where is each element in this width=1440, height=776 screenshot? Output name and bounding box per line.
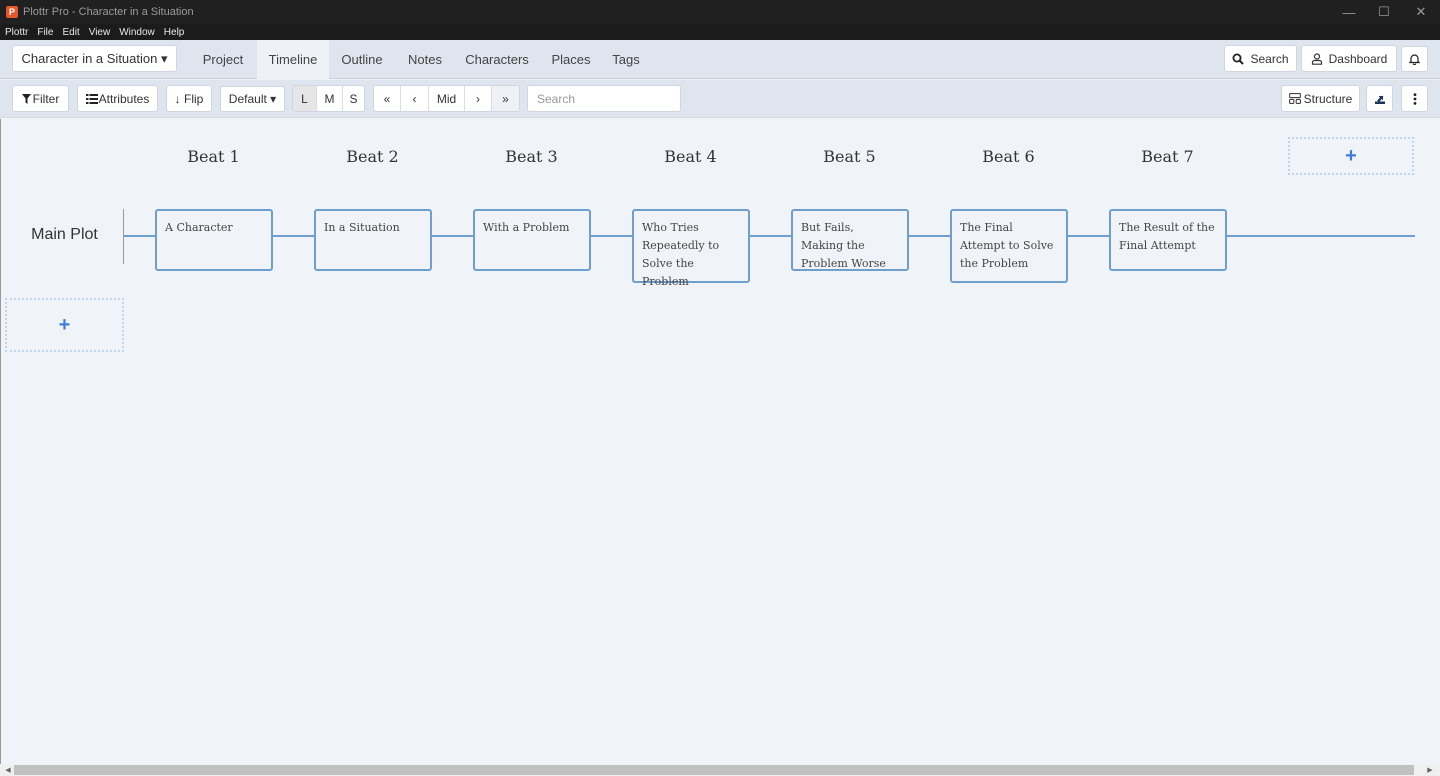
size-medium-button[interactable]: M — [317, 86, 343, 111]
scene-card[interactable]: Who Tries Repeatedly to Solve the Proble… — [632, 209, 750, 288]
notifications-button[interactable] — [1401, 46, 1428, 72]
export-icon — [1374, 95, 1385, 104]
beat-title[interactable]: Beat 7 — [1109, 147, 1226, 166]
beat-title[interactable]: Beat 2 — [314, 147, 431, 166]
nav-bar: Character in a Situation ▾ Project Timel… — [0, 40, 1440, 79]
search-button-label: Search — [1250, 51, 1289, 66]
menu-edit[interactable]: Edit — [62, 27, 79, 38]
minimize-button[interactable]: — — [1331, 0, 1367, 24]
menu-help[interactable]: Help — [164, 27, 185, 38]
structure-icon — [1288, 93, 1301, 104]
filter-label: Filter — [32, 91, 60, 106]
scroll-last-button[interactable]: » — [492, 86, 519, 111]
tab-places[interactable]: Places — [545, 40, 597, 79]
dashboard-button-label: Dashboard — [1328, 51, 1388, 66]
tab-notes[interactable]: Notes — [398, 40, 452, 79]
tab-outline[interactable]: Outline — [332, 40, 392, 79]
window-title: Plottr Pro - Character in a Situation — [23, 6, 194, 18]
menu-file[interactable]: File — [37, 27, 53, 38]
tab-characters[interactable]: Characters — [460, 40, 534, 79]
more-options-button[interactable] — [1401, 85, 1428, 112]
beat-title[interactable]: Beat 3 — [473, 147, 590, 166]
maximize-button[interactable]: ☐ — [1366, 0, 1402, 24]
tab-timeline[interactable]: Timeline — [257, 40, 329, 79]
scrollbar-thumb[interactable] — [14, 765, 1414, 775]
beat-title[interactable]: Beat 5 — [791, 147, 908, 166]
scroll-mid-button[interactable]: Mid — [429, 86, 465, 111]
app-logo-icon: P — [6, 6, 18, 18]
flip-button[interactable]: ↓ Flip — [166, 85, 212, 112]
size-small-button[interactable]: S — [343, 86, 364, 111]
scene-card[interactable]: A Character — [155, 209, 273, 271]
timeline-search-input[interactable] — [527, 85, 681, 112]
dashboard-button[interactable]: Dashboard — [1301, 45, 1397, 72]
title-bar: P Plottr Pro - Character in a Situation … — [0, 0, 1440, 24]
scroll-first-button[interactable]: « — [374, 86, 401, 111]
filter-button[interactable]: Filter — [12, 85, 69, 112]
plotline-title[interactable]: Main Plot — [6, 226, 123, 244]
tab-project[interactable]: Project — [192, 40, 254, 79]
tab-tags[interactable]: Tags — [606, 40, 646, 79]
scroll-right-arrow-icon[interactable]: ▶ — [1424, 764, 1436, 776]
structure-label: Structure — [1303, 91, 1353, 106]
user-icon — [1311, 52, 1322, 65]
scene-card[interactable]: The Result of the Final Attempt — [1109, 209, 1227, 271]
beat-title[interactable]: Beat 4 — [632, 147, 749, 166]
structure-button[interactable]: Structure — [1281, 85, 1360, 112]
attributes-label: Attributes — [98, 91, 150, 106]
close-window-button[interactable]: ✕ — [1403, 0, 1439, 24]
menu-bar: Plottr File Edit View Window Help — [0, 24, 1440, 40]
scroll-nav-group: « ‹ Mid › » — [373, 85, 520, 112]
scene-card[interactable]: The Final Attempt to Solve the Problem — [950, 209, 1068, 283]
list-icon — [85, 93, 98, 104]
timeline-toolbar: Filter Attributes ↓ Flip Default ▾ L M S… — [0, 80, 1440, 118]
search-icon — [1232, 53, 1245, 65]
horizontal-scrollbar[interactable]: ◀ ▶ — [0, 764, 1440, 776]
menu-view[interactable]: View — [89, 27, 111, 38]
filter-icon — [21, 93, 31, 104]
add-plotline-button[interactable]: + — [5, 298, 124, 352]
attributes-button[interactable]: Attributes — [77, 85, 158, 112]
scene-card[interactable]: With a Problem — [473, 209, 591, 271]
scene-card[interactable]: But Fails, Making the Problem Worse — [791, 209, 909, 271]
project-dropdown[interactable]: Character in a Situation ▾ — [12, 45, 177, 72]
plus-icon: + — [1345, 144, 1357, 167]
beat-title[interactable]: Beat 6 — [950, 147, 1067, 166]
card-size-toggle: L M S — [292, 85, 365, 112]
menu-plottr[interactable]: Plottr — [5, 27, 28, 38]
bell-icon — [1409, 54, 1420, 65]
scroll-left-arrow-icon[interactable]: ◀ — [2, 764, 14, 776]
size-large-button[interactable]: L — [293, 86, 317, 111]
default-dropdown[interactable]: Default ▾ — [220, 86, 285, 112]
timeline-canvas: Beat 1 Beat 2 Beat 3 Beat 4 Beat 5 Beat … — [0, 119, 1440, 764]
search-button[interactable]: Search — [1224, 45, 1297, 72]
beat-title[interactable]: Beat 1 — [155, 147, 272, 166]
add-beat-button[interactable]: + — [1288, 137, 1414, 175]
menu-window[interactable]: Window — [119, 27, 155, 38]
scroll-prev-button[interactable]: ‹ — [401, 86, 429, 111]
export-button[interactable] — [1366, 85, 1393, 112]
kebab-menu-icon — [1413, 92, 1416, 105]
scroll-next-button[interactable]: › — [465, 86, 492, 111]
plus-icon: + — [58, 313, 71, 336]
scene-card[interactable]: In a Situation — [314, 209, 432, 271]
